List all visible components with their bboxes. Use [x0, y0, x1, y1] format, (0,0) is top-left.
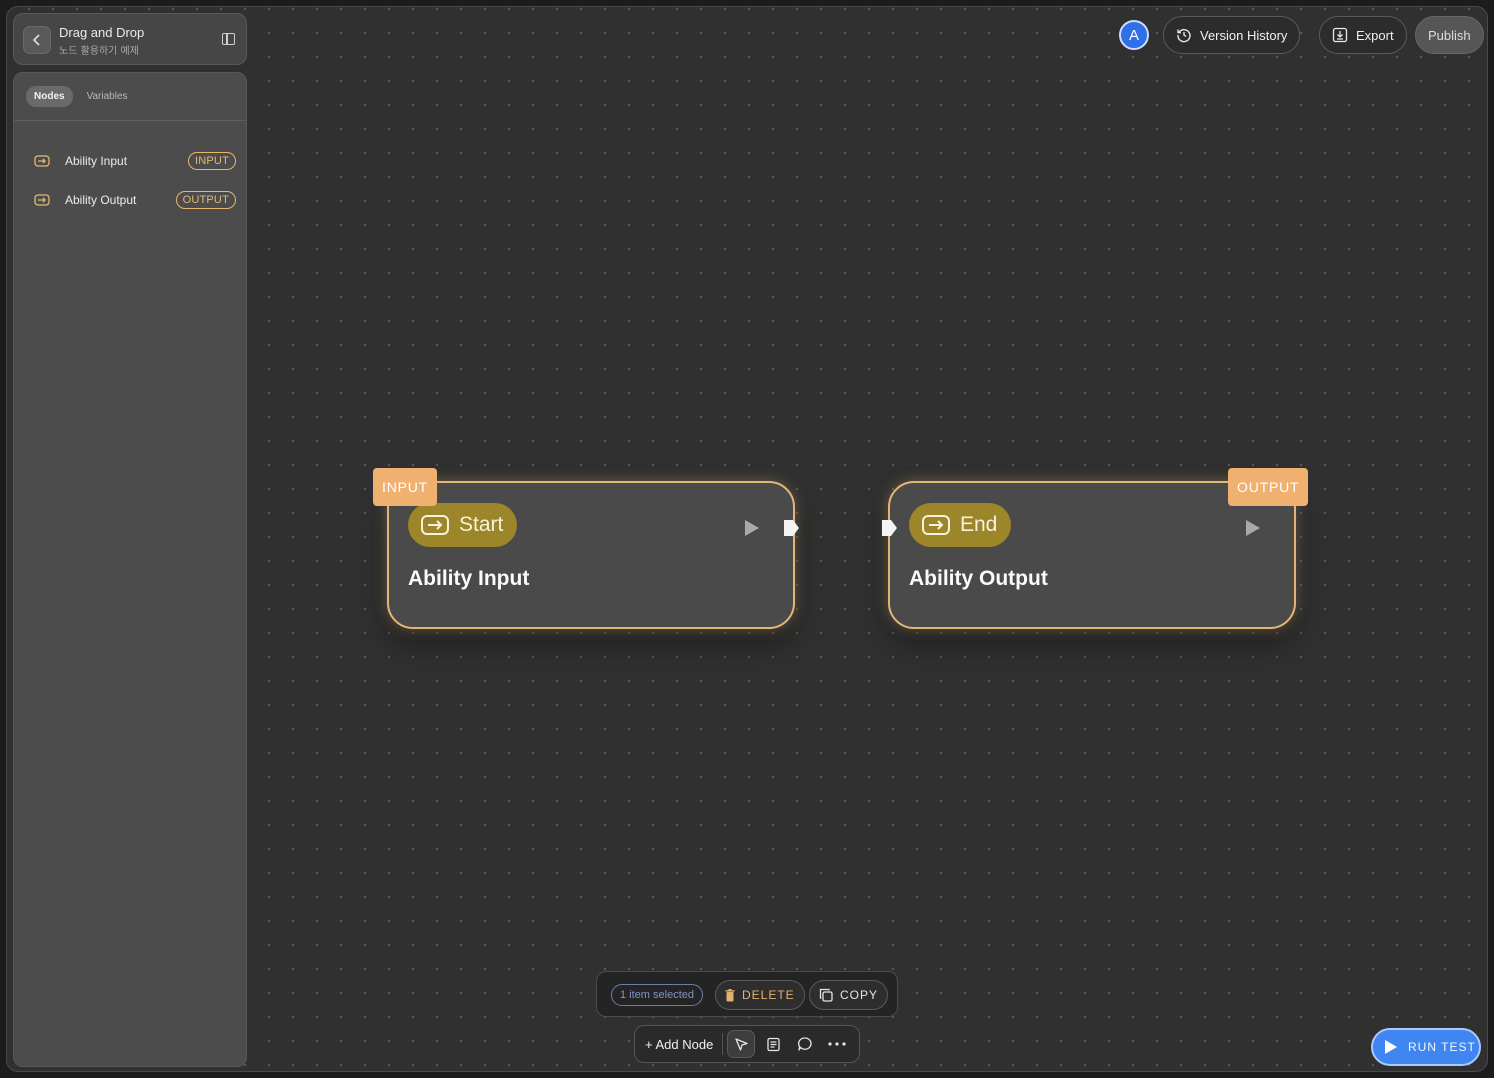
sidebar: Nodes Variables Ability Input INPUT Abil… [13, 72, 247, 1067]
avatar[interactable]: A [1119, 20, 1149, 50]
add-node-button[interactable]: + Add Node [635, 1033, 724, 1055]
note-icon [767, 1037, 780, 1051]
version-history-label: Version History [1200, 27, 1288, 43]
input-badge: INPUT [188, 151, 236, 170]
output-badge: OUTPUT [175, 190, 236, 209]
play-icon[interactable] [745, 520, 759, 536]
export-button[interactable]: Export [1319, 16, 1407, 54]
node-list: Ability Input INPUT Ability Output OUTPU… [14, 121, 246, 219]
sidebar-item-ability-output[interactable]: Ability Output OUTPUT [14, 180, 246, 219]
trash-icon [725, 988, 735, 1001]
note-tool-button[interactable] [759, 1030, 787, 1058]
comment-icon [798, 1037, 812, 1051]
publish-button[interactable]: Publish [1415, 16, 1484, 54]
node-type-tag: OUTPUT [1228, 468, 1309, 506]
tab-nodes[interactable]: Nodes [26, 86, 73, 107]
enter-arrow-icon [922, 515, 950, 535]
selection-toolbar: 1 item selected DELETE COPY [596, 971, 898, 1017]
more-icon [828, 1042, 846, 1046]
node-type-tag: INPUT [373, 468, 437, 506]
copy-label: COPY [840, 988, 879, 1002]
delete-button[interactable]: DELETE [715, 980, 805, 1010]
comment-tool-button[interactable] [791, 1030, 819, 1058]
enter-arrow-icon [34, 154, 50, 167]
chevron-left-icon [32, 34, 40, 46]
canvas[interactable]: Drag and Drop 노드 활용하기 예제 Nodes Variables… [6, 6, 1488, 1072]
node-pill-label: Start [459, 513, 504, 536]
copy-icon [819, 988, 833, 1002]
tab-variables[interactable]: Variables [79, 86, 136, 107]
bottom-toolbar: + Add Node [634, 1025, 860, 1063]
sidebar-tabs: Nodes Variables [14, 73, 246, 121]
copy-button[interactable]: COPY [809, 980, 889, 1010]
play-icon [1385, 1040, 1397, 1054]
pointer-icon [735, 1037, 748, 1051]
project-subtitle: 노드 활용하기 예제 [59, 46, 139, 57]
node-title: Ability Output [909, 567, 1048, 590]
sidebar-item-ability-input[interactable]: Ability Input INPUT [14, 141, 246, 180]
selection-count: 1 item selected [611, 984, 703, 1006]
enter-arrow-icon [421, 515, 449, 535]
input-handle[interactable] [881, 518, 899, 538]
back-button[interactable] [23, 26, 51, 54]
project-header: Drag and Drop 노드 활용하기 예제 [13, 13, 247, 65]
enter-arrow-icon [34, 193, 50, 206]
more-tool-button[interactable] [823, 1030, 851, 1058]
sidebar-item-label: Ability Output [65, 192, 137, 207]
node-type-pill: End [909, 503, 1012, 547]
run-test-label: RUN TEST [1408, 1040, 1476, 1054]
sidebar-toggle-icon[interactable] [222, 33, 235, 45]
node-type-pill: Start [408, 503, 518, 547]
play-icon[interactable] [1246, 520, 1260, 536]
pointer-tool-button[interactable] [727, 1030, 756, 1058]
history-icon [1177, 28, 1191, 43]
export-label: Export [1356, 27, 1394, 43]
download-icon [1332, 27, 1348, 43]
delete-label: DELETE [742, 988, 795, 1002]
node-ability-input[interactable]: Start Ability Input [387, 481, 795, 629]
run-test-button[interactable]: RUN TEST [1371, 1028, 1481, 1066]
node-title: Ability Input [408, 567, 530, 590]
project-title: Drag and Drop [59, 25, 145, 40]
node-pill-label: End [960, 513, 998, 536]
version-history-button[interactable]: Version History [1163, 16, 1301, 54]
output-handle[interactable] [783, 518, 801, 538]
sidebar-item-label: Ability Input [65, 153, 128, 168]
